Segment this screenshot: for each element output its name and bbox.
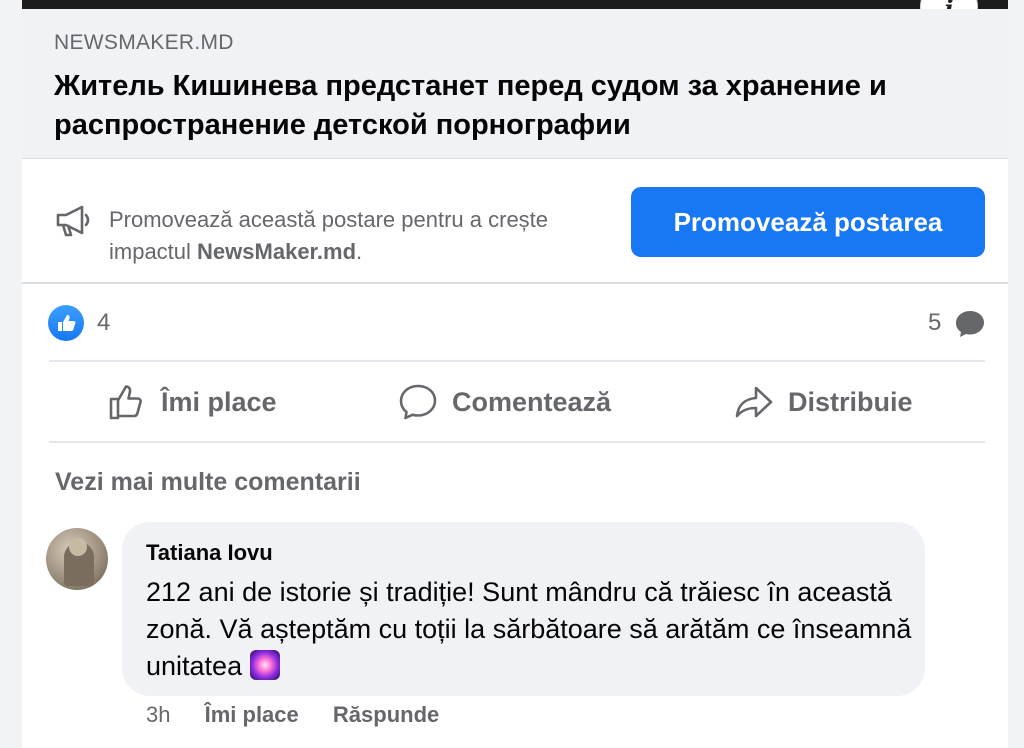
commenter-avatar[interactable] bbox=[46, 528, 108, 590]
share-arrow-icon bbox=[735, 386, 773, 418]
link-headline: Житель Кишинева предстанет перед судом з… bbox=[54, 70, 887, 141]
share-button[interactable]: Distribuie bbox=[734, 362, 913, 442]
reaction-stats: 4 5 bbox=[22, 285, 1008, 360]
divider bbox=[49, 441, 985, 443]
comment-author[interactable]: Tatiana Iovu bbox=[146, 540, 273, 566]
fireworks-emoji-icon bbox=[249, 650, 280, 680]
page-name: NewsMaker.md bbox=[197, 239, 357, 264]
comment-count[interactable]: 5 bbox=[928, 309, 941, 337]
post-card: i NEWSMAKER.MD Житель Кишинева предстане… bbox=[22, 0, 1008, 748]
comment-text: 212 ani de istorie și tradiție! Sunt mân… bbox=[146, 577, 912, 681]
like-reaction-icon[interactable] bbox=[48, 305, 84, 341]
link-preview[interactable]: NEWSMAKER.MD Житель Кишинева предстанет … bbox=[22, 9, 1008, 159]
comment-button[interactable]: Comentează bbox=[398, 362, 611, 442]
comment-like-link[interactable]: Îmi place bbox=[205, 702, 299, 727]
link-domain: NEWSMAKER.MD bbox=[54, 31, 234, 54]
comment-reply-link[interactable]: Răspunde bbox=[333, 702, 439, 727]
like-count[interactable]: 4 bbox=[97, 309, 110, 337]
avatar-head bbox=[69, 538, 87, 556]
comment-time[interactable]: 3h bbox=[146, 702, 170, 727]
thumbs-up-icon bbox=[109, 385, 142, 420]
comment-label: Comentează bbox=[452, 386, 612, 417]
view-more-comments-link[interactable]: Vezi mai multe comentarii bbox=[55, 468, 361, 497]
comment-icon bbox=[399, 384, 437, 420]
action-bar: Îmi place Comentează Distribuie bbox=[49, 362, 985, 442]
like-button[interactable]: Îmi place bbox=[107, 362, 277, 442]
like-label: Îmi place bbox=[161, 386, 277, 417]
promote-description: Promovează această postare pentru a creș… bbox=[109, 207, 549, 264]
megaphone-icon bbox=[56, 205, 90, 237]
comment-bubble: Tatiana Iovu 212 ani de istorie și tradi… bbox=[122, 522, 925, 696]
comment-bubble-icon[interactable] bbox=[954, 309, 986, 339]
comment-meta: 3h Îmi place Răspunde bbox=[146, 702, 467, 728]
promote-section: Promovează această postare pentru a creș… bbox=[22, 160, 1008, 284]
promote-post-button[interactable]: Promovează postarea bbox=[631, 187, 985, 257]
share-label: Distribuie bbox=[788, 386, 913, 417]
post-image[interactable] bbox=[22, 0, 1008, 9]
